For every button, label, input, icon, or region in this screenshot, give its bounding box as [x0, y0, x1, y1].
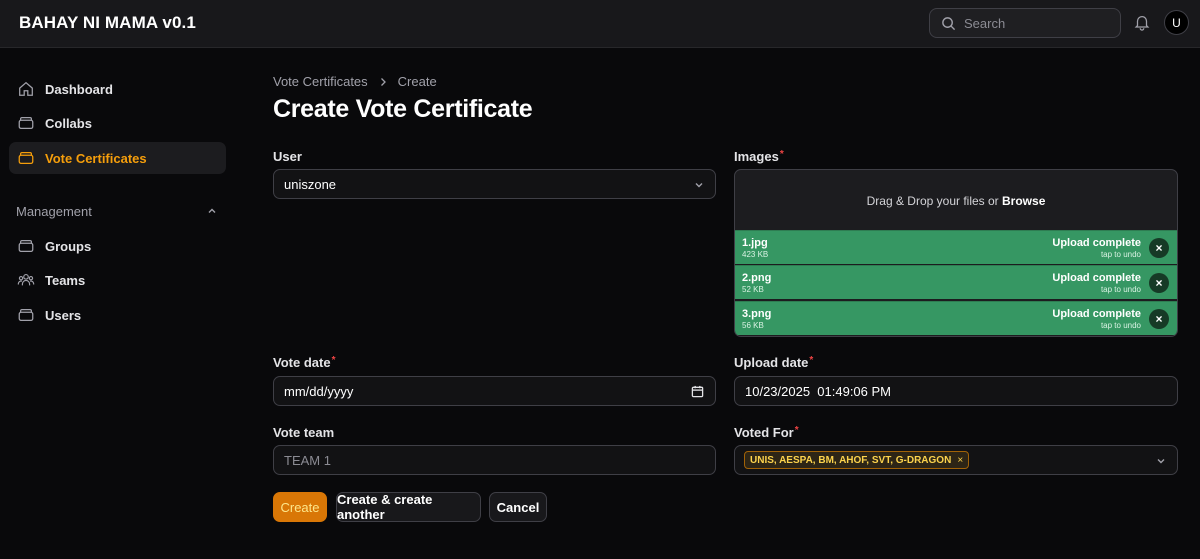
sidebar-item-dashboard[interactable]: Dashboard — [9, 73, 226, 105]
required-marker: * — [331, 355, 336, 366]
box-icon — [17, 237, 35, 255]
tag-label: UNIS, AESPA, BM, AHOF, SVT, G-DRAGON — [750, 454, 952, 466]
file-size: 423 KB — [742, 250, 769, 259]
uploaded-file-item[interactable]: 2.png 52 KB Upload complete tap to undo … — [735, 265, 1177, 299]
vote-date-label: Vote date* — [273, 355, 336, 370]
chevron-right-icon — [380, 77, 386, 86]
sidebar-item-label: Dashboard — [45, 81, 113, 97]
avatar[interactable]: U — [1164, 10, 1189, 35]
upload-status: Upload complete — [1052, 308, 1141, 320]
close-icon: × — [1155, 312, 1163, 326]
vote-team-input[interactable]: TEAM 1 — [273, 445, 716, 475]
chevron-down-icon — [695, 183, 703, 188]
sidebar-item-label: Groups — [45, 238, 92, 254]
search-box[interactable] — [929, 8, 1121, 38]
top-bar: BAHAY NI MAMA v0.1 U — [0, 0, 1200, 48]
required-marker: * — [809, 355, 814, 366]
home-icon — [17, 80, 35, 98]
breadcrumb-parent-link[interactable]: Vote Certificates — [273, 74, 368, 89]
chevron-down-icon — [1157, 459, 1165, 464]
voted-for-multiselect[interactable]: UNIS, AESPA, BM, AHOF, SVT, G-DRAGON × — [734, 445, 1178, 475]
remove-file-button[interactable]: × — [1149, 273, 1169, 293]
breadcrumb-current: Create — [397, 74, 437, 89]
search-icon — [942, 16, 956, 30]
sidebar-item-collabs[interactable]: Collabs — [9, 107, 226, 139]
upload-date-input[interactable]: 10/23/2025 01:49:06 PM — [734, 376, 1178, 406]
undo-hint: tap to undo — [1100, 250, 1141, 259]
close-icon: × — [1155, 276, 1163, 290]
vote-date-value: mm/dd/yyyy — [284, 383, 354, 399]
create-another-button[interactable]: Create & create another — [336, 492, 481, 522]
vote-team-label: Vote team — [273, 425, 335, 440]
app-title[interactable]: BAHAY NI MAMA v0.1 — [19, 13, 196, 33]
dropzone-text: Drag & Drop your files or Browse — [866, 194, 1046, 208]
upload-date-value: 10/23/2025 01:49:06 PM — [745, 383, 892, 399]
chevron-up-icon[interactable] — [206, 205, 218, 217]
user-select[interactable]: uniszone — [273, 169, 716, 199]
create-button[interactable]: Create — [273, 492, 327, 522]
users-icon — [17, 271, 35, 289]
calendar-icon[interactable] — [691, 385, 704, 398]
sidebar-item-label: Teams — [45, 272, 86, 288]
uploaded-file-item[interactable]: 1.jpg 423 KB Upload complete tap to undo… — [735, 230, 1177, 264]
required-marker: * — [794, 425, 799, 436]
box-icon — [17, 149, 35, 167]
tag-remove-button[interactable]: × — [957, 455, 963, 466]
required-marker: * — [779, 149, 784, 160]
user-select-value: uniszone — [284, 176, 337, 192]
breadcrumb: Vote Certificates Create — [273, 74, 437, 89]
cancel-button[interactable]: Cancel — [489, 492, 547, 522]
undo-hint: tap to undo — [1100, 285, 1141, 294]
sidebar-group-management[interactable]: Management — [16, 204, 92, 219]
sidebar-item-users[interactable]: Users — [9, 299, 226, 331]
user-label: User — [273, 149, 302, 164]
box-icon — [17, 114, 35, 132]
page-title: Create Vote Certificate — [273, 95, 533, 123]
browse-link[interactable]: Browse — [1002, 194, 1045, 208]
close-icon: × — [1155, 241, 1163, 255]
sidebar-item-label: Collabs — [45, 115, 92, 131]
uploaded-file-item[interactable]: 3.png 56 KB Upload complete tap to undo … — [735, 301, 1177, 335]
undo-hint: tap to undo — [1100, 321, 1141, 330]
sidebar-item-groups[interactable]: Groups — [9, 230, 226, 262]
image-dropzone[interactable]: Drag & Drop your files or Browse 1.jpg 4… — [734, 169, 1178, 337]
images-label: Images* — [734, 149, 784, 164]
sidebar-item-vote-certificates[interactable]: Vote Certificates — [9, 142, 226, 174]
search-input[interactable] — [964, 15, 1104, 31]
upload-status: Upload complete — [1052, 272, 1141, 284]
sidebar-item-teams[interactable]: Teams — [9, 264, 226, 296]
selected-tag: UNIS, AESPA, BM, AHOF, SVT, G-DRAGON × — [744, 451, 970, 469]
sidebar-item-label: Users — [45, 307, 82, 323]
bell-icon[interactable] — [1133, 13, 1151, 31]
vote-team-placeholder: TEAM 1 — [284, 452, 331, 468]
sidebar-item-label: Vote Certificates — [45, 150, 147, 166]
file-size: 56 KB — [742, 321, 764, 330]
upload-date-label: Upload date* — [734, 355, 814, 370]
voted-for-label: Voted For* — [734, 425, 799, 440]
upload-status: Upload complete — [1052, 237, 1141, 249]
file-name: 3.png — [742, 308, 772, 320]
file-name: 2.png — [742, 272, 772, 284]
remove-file-button[interactable]: × — [1149, 238, 1169, 258]
file-name: 1.jpg — [742, 237, 768, 249]
vote-date-input[interactable]: mm/dd/yyyy — [273, 376, 716, 406]
remove-file-button[interactable]: × — [1149, 309, 1169, 329]
box-icon — [17, 306, 35, 324]
file-size: 52 KB — [742, 285, 764, 294]
